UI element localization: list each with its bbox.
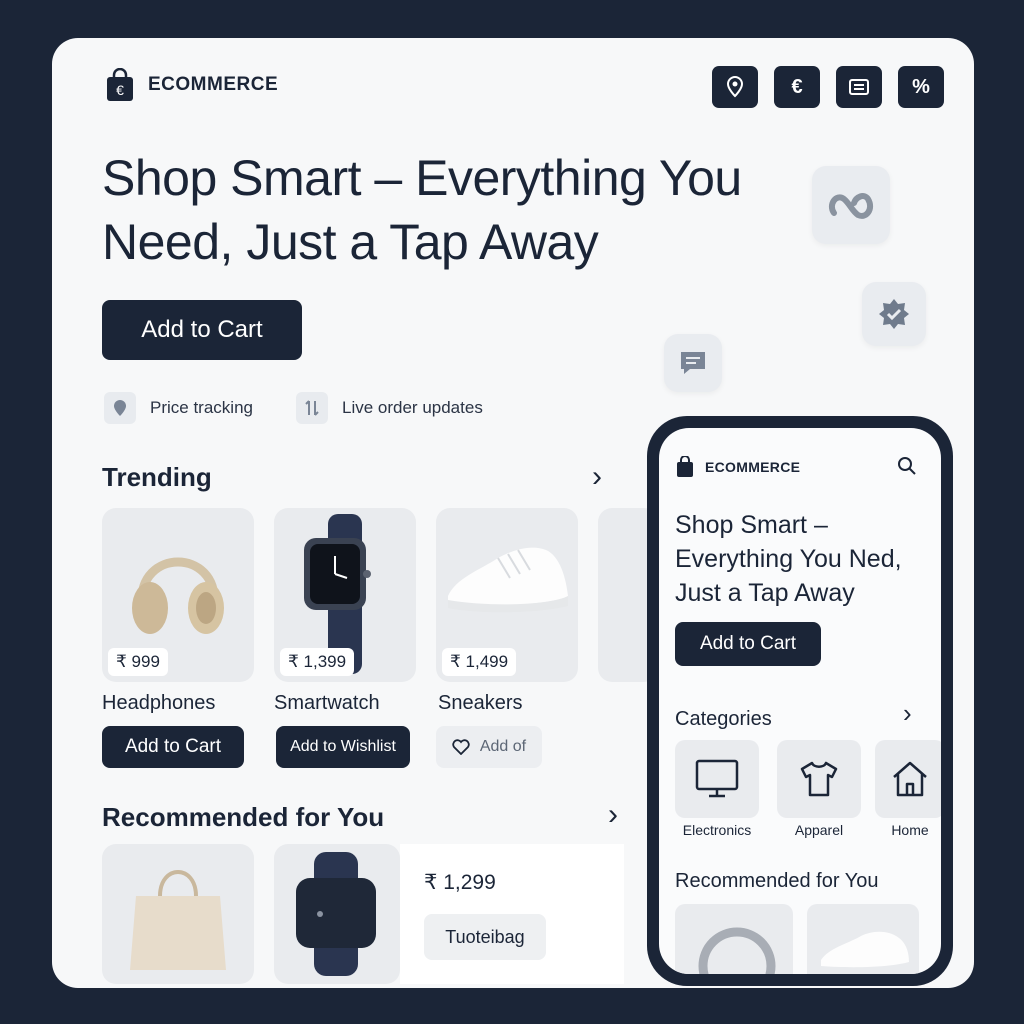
add-of-label: Add of (479, 738, 527, 755)
tshirt-icon (777, 740, 861, 818)
brand-name: ECOMMERCE (148, 74, 279, 95)
badge-icon (879, 299, 909, 329)
category-label: Electronics (682, 822, 752, 838)
chat-tile (664, 334, 722, 392)
product-name: Headphones (102, 692, 216, 714)
price-badge: ₹ 999 (108, 648, 168, 676)
category-home[interactable]: Home (875, 740, 941, 838)
feature-label: Live order updates (342, 398, 483, 417)
header-actions: € % (712, 66, 944, 108)
sneaker-image (821, 931, 909, 968)
product-name: Smartwatch (274, 692, 380, 714)
phone-screen: ECOMMERCE Shop Smart – Everything You Ne… (659, 428, 941, 974)
shopping-bag-icon: € (107, 68, 133, 101)
phone-categories-title: Categories (675, 708, 772, 730)
trending-title: Trending (102, 462, 212, 492)
add-to-cart-button[interactable]: Add to Cart (102, 300, 302, 360)
product-name: Sneakers (438, 692, 523, 714)
phone-brand[interactable]: ECOMMERCE (675, 456, 800, 478)
phone-add-to-cart-button[interactable]: Add to Cart (675, 622, 821, 666)
phone-categories-chevron-icon[interactable]: › (903, 698, 912, 729)
recommended-chevron-icon[interactable]: › (608, 798, 618, 832)
ring-image (698, 927, 776, 974)
phone-brand-name: ECOMMERCE (705, 459, 801, 475)
location-icon (104, 392, 136, 424)
percent-icon[interactable]: % (898, 66, 944, 108)
search-icon[interactable] (897, 456, 917, 476)
price-badge: ₹ 1,399 (280, 648, 355, 676)
shopping-bag-icon (677, 456, 693, 477)
rec-card-totebag[interactable] (102, 844, 254, 984)
price-badge: ₹ 1,499 (442, 648, 517, 676)
rec-info-panel: ₹ 1,299 Tuoteibag (400, 844, 624, 984)
watch-image (296, 852, 376, 976)
hero-title: Shop Smart – Everything You Need, Just a… (102, 150, 742, 270)
feature-live-updates: Live order updates (296, 392, 483, 424)
badge-tile (862, 282, 926, 346)
phone-mockup: ECOMMERCE Shop Smart – Everything You Ne… (647, 416, 953, 986)
phone-rec-card-2[interactable] (807, 904, 919, 974)
product-card-headphones[interactable]: ₹ 999 (102, 508, 254, 682)
add-to-cart-button[interactable]: Add to Cart (102, 726, 244, 768)
product-card-smartwatch[interactable]: ₹ 1,399 (274, 508, 416, 682)
add-of-button[interactable]: Add of (436, 726, 542, 768)
home-icon (875, 740, 941, 818)
chat-icon (681, 352, 705, 374)
phone-rec-card-1[interactable] (675, 904, 793, 974)
totebag-image (130, 870, 226, 970)
category-label: Home (891, 822, 929, 838)
phone-recommended-title: Recommended for You (675, 870, 879, 892)
rec-price: ₹ 1,299 (424, 871, 496, 894)
brand[interactable]: € ECOMMERCE (104, 68, 278, 102)
product-card-sneakers[interactable]: ₹ 1,499 (436, 508, 578, 682)
transfer-icon (296, 392, 328, 424)
feature-label: Price tracking (150, 398, 253, 417)
receipt-icon[interactable] (836, 66, 882, 108)
category-electronics[interactable]: Electronics (675, 740, 759, 838)
infinity-tile (812, 166, 890, 244)
add-to-wishlist-button[interactable]: Add to Wishlist (276, 726, 410, 768)
category-apparel[interactable]: Apparel (777, 740, 861, 838)
heart-icon (452, 739, 470, 755)
main-card: € ECOMMERCE € % Shop Smart – Everything … (52, 38, 974, 988)
euro-icon[interactable]: € (774, 66, 820, 108)
rec-tag-chip[interactable]: Tuoteibag (424, 914, 546, 960)
trending-chevron-icon[interactable]: › (592, 460, 602, 494)
category-label: Apparel (794, 822, 844, 838)
recommended-title: Recommended for You (102, 802, 385, 832)
phone-hero-title: Shop Smart – Everything You Ned, Just a … (675, 511, 902, 607)
infinity-icon (828, 193, 874, 219)
svg-text:€: € (116, 82, 124, 98)
monitor-icon (675, 740, 759, 818)
rec-card-watch[interactable] (274, 844, 400, 984)
location-icon[interactable] (712, 66, 758, 108)
feature-price-tracking: Price tracking (104, 392, 253, 424)
